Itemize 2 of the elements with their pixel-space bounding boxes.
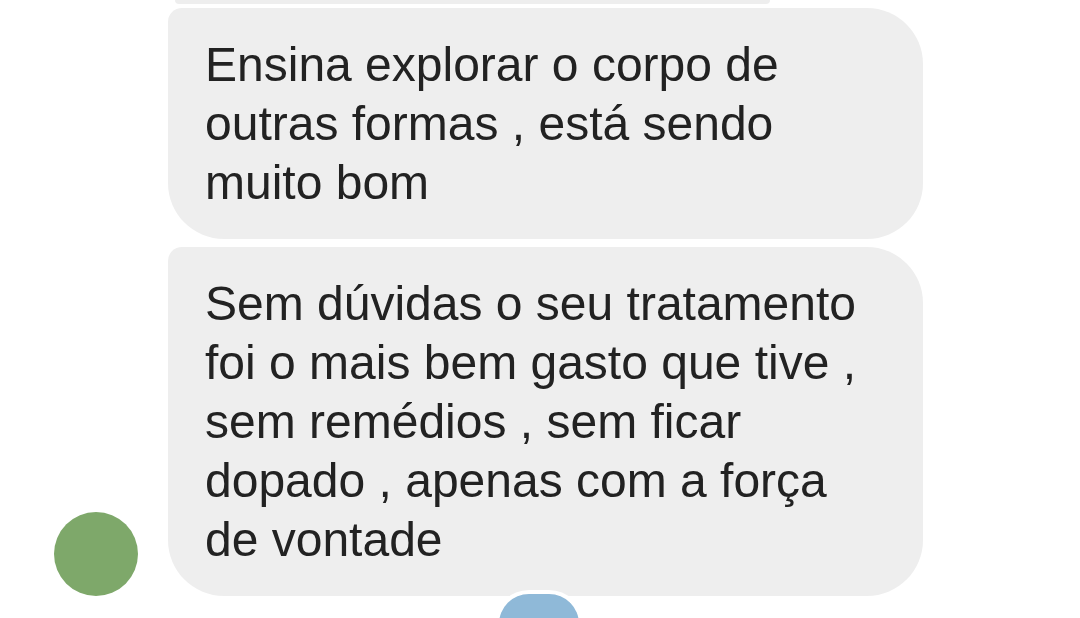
message-bubble: Ensina explorar o corpo de outras formas , está sendo muito bom [168, 8, 923, 239]
message-bubble: Sem dúvidas o seu tratamento foi o mais bem gasto que tive , sem remédios , sem ficar dopado , apenas com a força de vontade [168, 247, 923, 596]
